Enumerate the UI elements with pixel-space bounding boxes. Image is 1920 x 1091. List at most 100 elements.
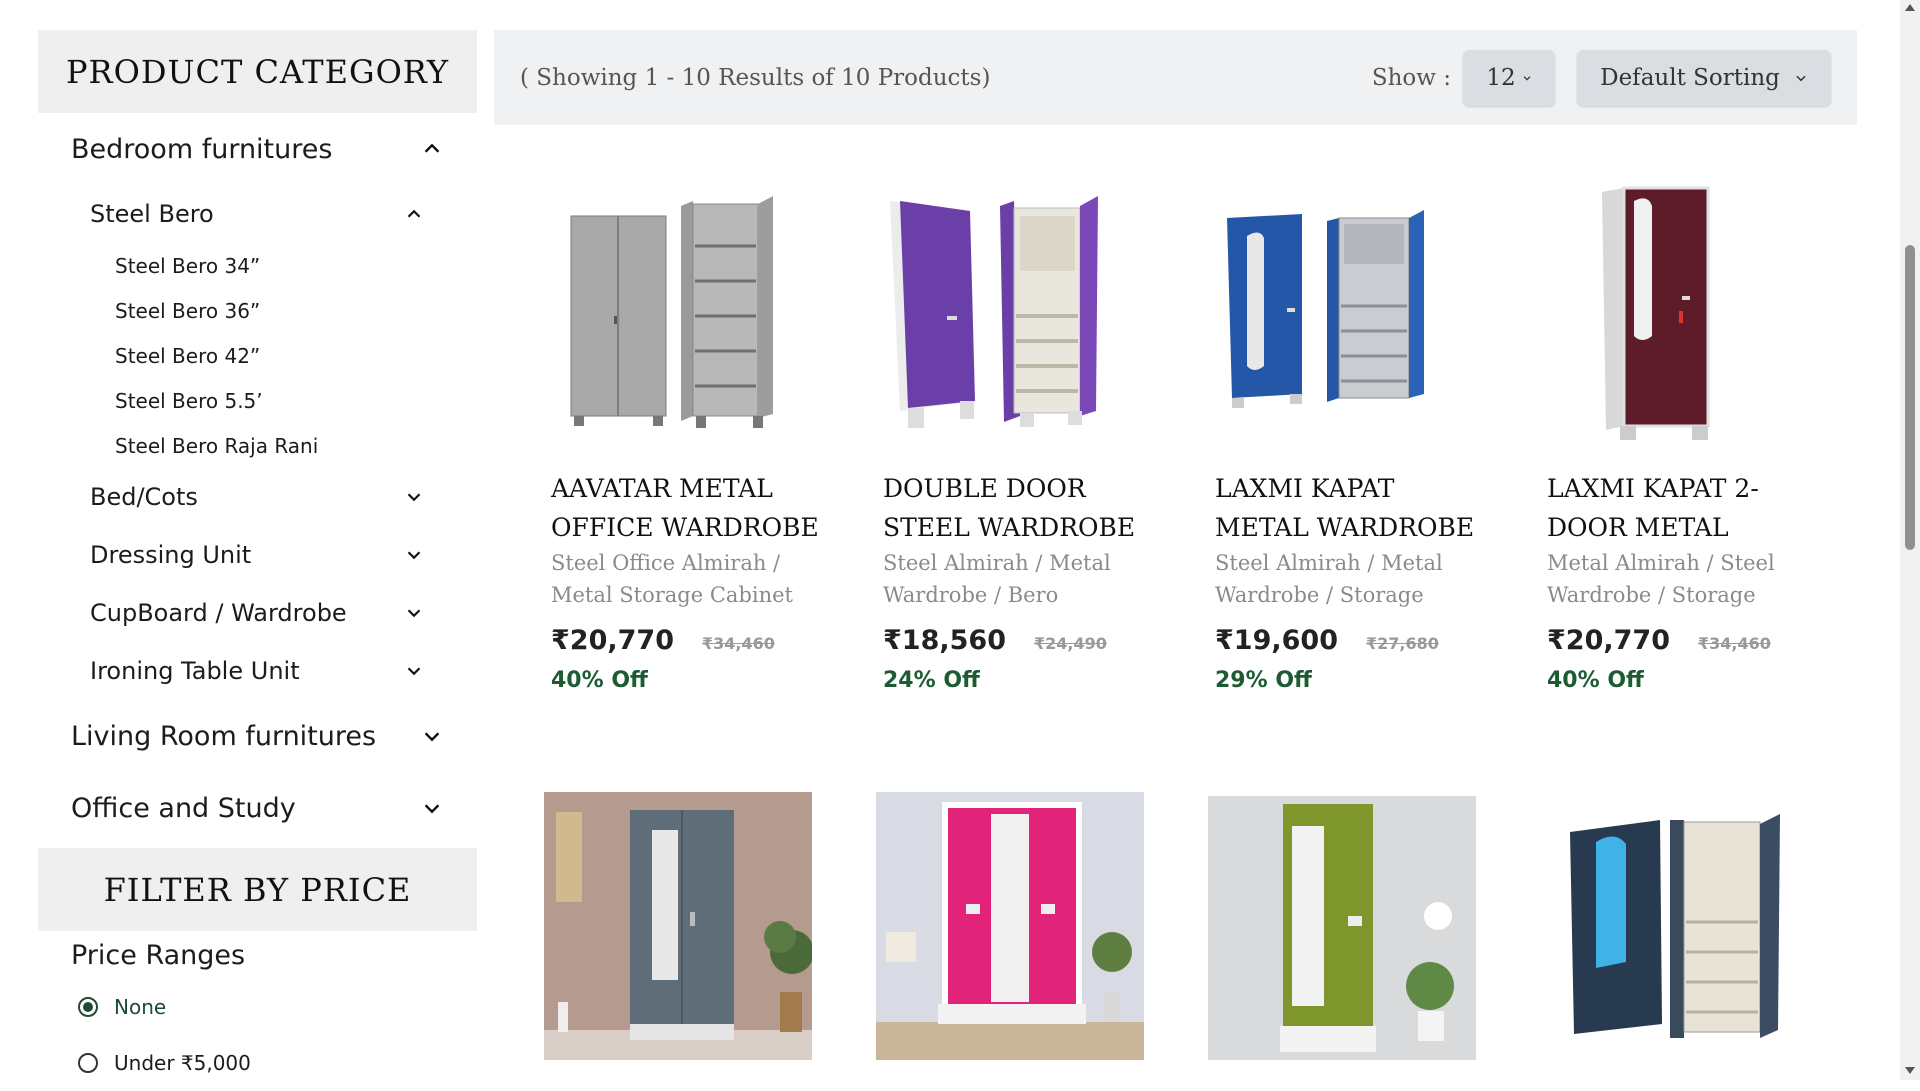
radio-unselected-icon[interactable]	[78, 1053, 98, 1073]
chevron-down-icon[interactable]	[421, 725, 443, 747]
product-name[interactable]: AAVATAR METAL OFFICE WARDROBE	[528, 469, 821, 547]
category-office-and-study[interactable]: Office and Study	[38, 772, 477, 844]
product-image[interactable]	[1540, 792, 1808, 1060]
category-label: Steel Bero Raja Rani	[115, 433, 319, 458]
category-steel-bero-raja-rani[interactable]: Steel Bero Raja Rani	[38, 423, 477, 468]
price-block: ₹20,770 ₹34,460	[1524, 625, 1814, 656]
product-image[interactable]	[528, 176, 818, 461]
category-dressing-unit[interactable]: Dressing Unit	[38, 526, 477, 584]
product-image[interactable]	[1192, 176, 1482, 461]
chevron-down-icon[interactable]	[421, 797, 443, 819]
wardrobe-image	[570, 196, 773, 428]
wardrobe-image	[1227, 210, 1424, 408]
sale-price: ₹20,770	[551, 625, 674, 656]
wardrobe-image	[1602, 186, 1710, 440]
price-ranges-label: Price Ranges	[71, 939, 246, 971]
product-card[interactable]: LAXMI KAPAT METAL WARDROBE Steel Almirah…	[1192, 176, 1482, 693]
sale-price: ₹20,770	[1547, 625, 1670, 656]
product-card[interactable]: AAVATAR METAL OFFICE WARDROBE Steel Offi…	[528, 176, 821, 693]
category-living-room-furnitures[interactable]: Living Room furnitures	[38, 700, 477, 772]
product-image[interactable]	[544, 792, 812, 1060]
price-block: ₹19,600 ₹27,680	[1192, 625, 1482, 656]
category-label: Steel Bero 5.5’	[115, 388, 263, 413]
category-label: Bedroom furnitures	[71, 133, 333, 165]
product-description: Steel Almirah / Metal Wardrobe / Bero	[883, 551, 1111, 607]
chevron-down-icon	[1794, 71, 1808, 85]
filter-by-price-heading: FILTER BY PRICE	[38, 848, 477, 931]
page-scrollbar[interactable]	[1900, 0, 1920, 1080]
category-label: Dressing Unit	[90, 541, 252, 569]
radio-selected-icon[interactable]	[78, 997, 98, 1017]
category-label: Bed/Cots	[90, 483, 198, 511]
chevron-up-icon[interactable]	[421, 138, 443, 160]
sort-value: Default Sorting	[1600, 64, 1780, 91]
category-steel-bero-5-5[interactable]: Steel Bero 5.5’	[38, 378, 477, 423]
chevron-down-icon[interactable]	[403, 660, 425, 682]
category-label: Steel Bero 34”	[115, 253, 261, 278]
product-card[interactable]: DOUBLE DOOR STEEL WARDROBE Steel Almirah…	[860, 176, 1150, 693]
sale-price: ₹19,600	[1215, 625, 1338, 656]
category-label: Steel Bero	[90, 200, 214, 228]
wardrobe-room-photo	[1208, 796, 1476, 1060]
category-label: Steel Bero 42”	[115, 343, 261, 368]
category-label: Office and Study	[71, 792, 296, 824]
category-label: Ironing Table Unit	[90, 657, 300, 685]
chevron-down-icon	[1522, 73, 1532, 83]
product-category-heading: PRODUCT CATEGORY	[38, 30, 477, 113]
category-label: Steel Bero 36”	[115, 298, 261, 323]
wardrobe-image	[1540, 792, 1808, 1060]
product-description: Steel Office Almirah / Metal Storage Cab…	[551, 551, 793, 607]
scroll-down-arrow-icon[interactable]	[1905, 1067, 1915, 1074]
sort-select[interactable]: Default Sorting	[1577, 49, 1831, 106]
category-steel-bero[interactable]: Steel Bero	[38, 185, 477, 243]
show-per-page-select[interactable]: 12	[1463, 49, 1555, 106]
chevron-down-icon[interactable]	[403, 602, 425, 624]
product-description: Metal Almirah / Steel Wardrobe / Storage	[1547, 551, 1775, 607]
category-label: CupBoard / Wardrobe	[90, 599, 347, 627]
product-name[interactable]: LAXMI KAPAT METAL WARDROBE	[1192, 469, 1485, 547]
chevron-up-icon[interactable]	[403, 203, 425, 225]
price-block: ₹18,560 ₹24,490	[860, 625, 1150, 656]
sale-price: ₹18,560	[883, 625, 1006, 656]
category-steel-bero-34[interactable]: Steel Bero 34”	[38, 243, 477, 288]
discount-badge: 29% Off	[1215, 668, 1312, 693]
scroll-up-arrow-icon[interactable]	[1905, 4, 1915, 11]
product-name[interactable]: LAXMI KAPAT 2-DOOR METAL WARDROBE	[1524, 469, 1817, 547]
results-toolbar: ( Showing 1 - 10 Results of 10 Products)…	[494, 30, 1857, 125]
price-option-under-5000[interactable]: Under ₹5,000	[38, 1035, 477, 1091]
original-price: ₹24,490	[1033, 634, 1107, 653]
price-option-label: Under ₹5,000	[114, 1051, 251, 1075]
price-option-label: None	[114, 995, 167, 1019]
discount-badge: 40% Off	[1547, 668, 1644, 693]
category-ironing-table-unit[interactable]: Ironing Table Unit	[38, 642, 477, 700]
category-bed-cots[interactable]: Bed/Cots	[38, 468, 477, 526]
product-image[interactable]	[1524, 176, 1814, 461]
show-per-page-value: 12	[1486, 64, 1516, 91]
chevron-down-icon[interactable]	[403, 544, 425, 566]
product-card[interactable]: LAXMI KAPAT 2-DOOR METAL WARDROBE Metal …	[1524, 176, 1814, 693]
wardrobe-room-photo	[876, 792, 1144, 1060]
discount-badge: 24% Off	[883, 668, 980, 693]
category-steel-bero-36[interactable]: Steel Bero 36”	[38, 288, 477, 333]
product-image[interactable]	[1208, 796, 1476, 1064]
original-price: ₹27,680	[1365, 634, 1439, 653]
results-count: ( Showing 1 - 10 Results of 10 Products)	[520, 64, 991, 91]
category-bedroom-furnitures[interactable]: Bedroom furnitures	[38, 113, 477, 185]
sidebar: PRODUCT CATEGORY Bedroom furnitures Stee…	[38, 30, 477, 1080]
price-block: ₹20,770 ₹34,460	[528, 625, 818, 656]
wardrobe-room-photo	[544, 792, 812, 1060]
product-name[interactable]: DOUBLE DOOR STEEL WARDROBE	[860, 469, 1153, 547]
show-label: Show :	[1371, 64, 1451, 91]
scrollbar-thumb[interactable]	[1905, 245, 1915, 550]
product-image[interactable]	[876, 792, 1144, 1060]
original-price: ₹34,460	[1697, 634, 1771, 653]
discount-badge: 40% Off	[551, 668, 648, 693]
chevron-down-icon[interactable]	[403, 486, 425, 508]
category-label: Living Room furnitures	[71, 720, 377, 752]
product-description: Steel Almirah / Metal Wardrobe / Storage	[1215, 551, 1443, 607]
product-image[interactable]	[860, 176, 1150, 461]
price-option-none[interactable]: None	[38, 979, 477, 1035]
category-cupboard-wardrobe[interactable]: CupBoard / Wardrobe	[38, 584, 477, 642]
category-steel-bero-42[interactable]: Steel Bero 42”	[38, 333, 477, 378]
category-list: Bedroom furnitures Steel Bero Steel Bero…	[38, 113, 477, 844]
